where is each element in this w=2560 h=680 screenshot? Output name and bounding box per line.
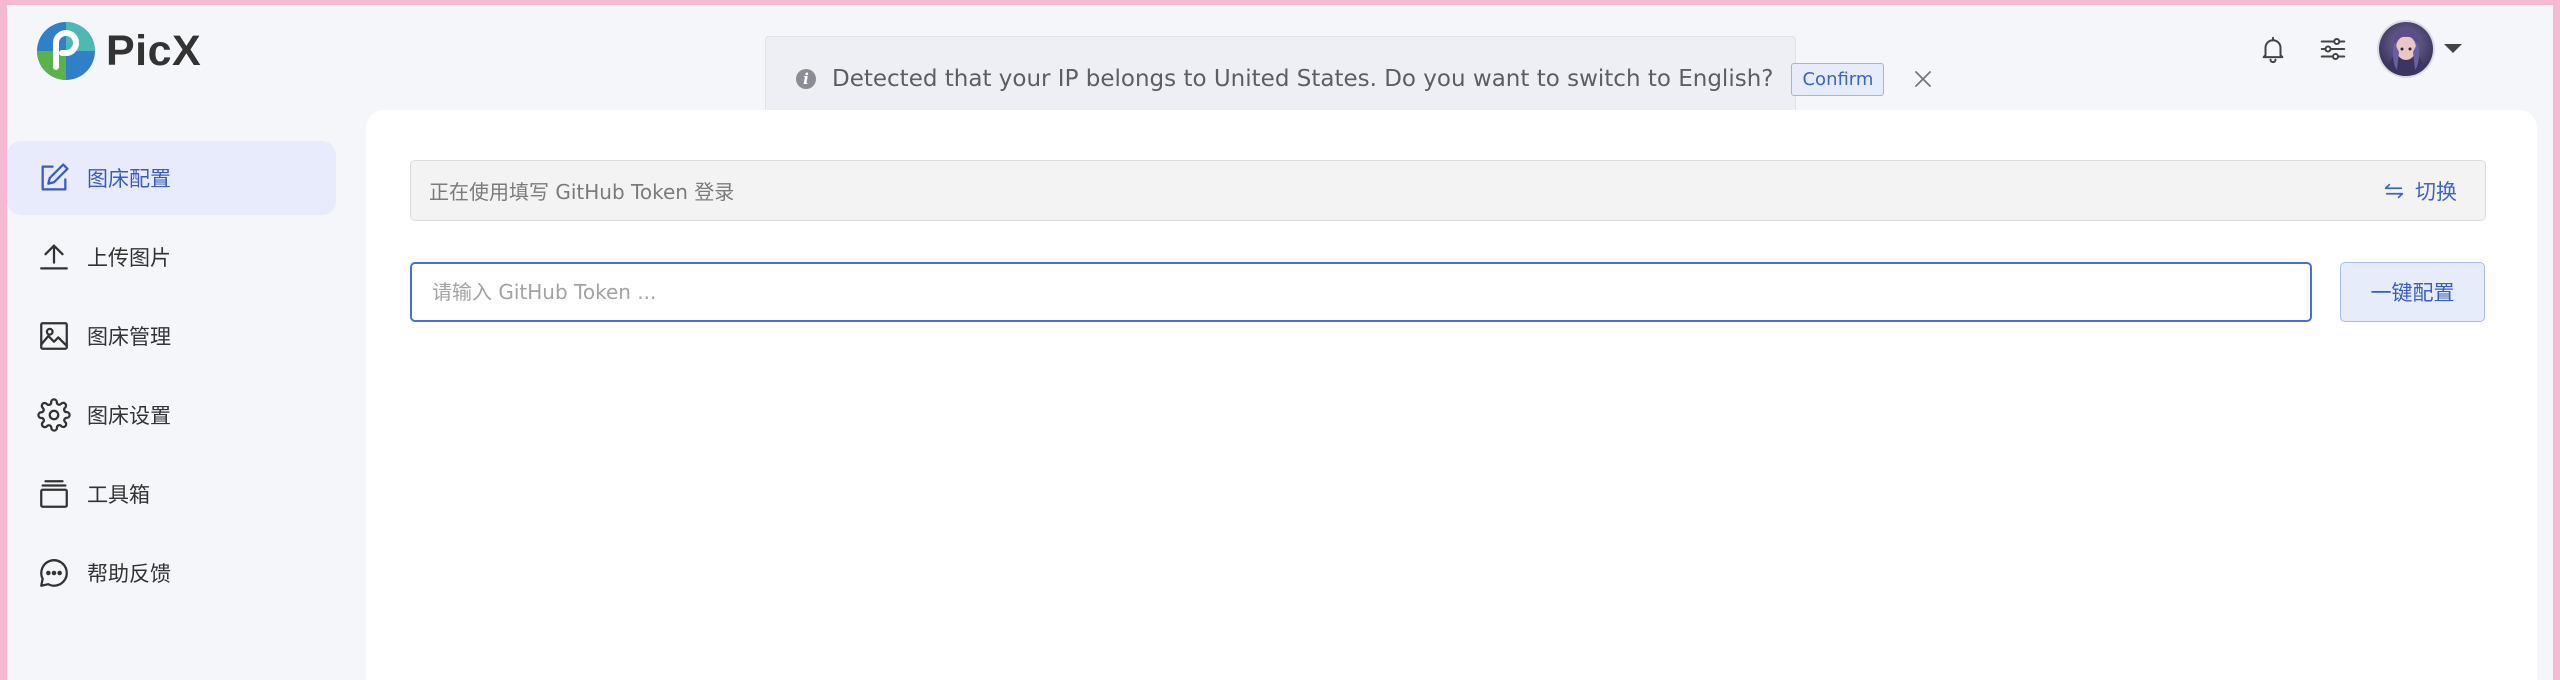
confirm-button[interactable]: Confirm (1791, 62, 1885, 96)
edit-icon (35, 159, 73, 197)
app-name: PicX (106, 26, 202, 75)
sidebar-item-label: 图床配置 (87, 167, 171, 191)
image-icon (35, 317, 73, 355)
sidebar-item-label: 帮助反馈 (87, 562, 171, 586)
sidebar-item-label: 上传图片 (87, 246, 171, 270)
upload-icon (35, 238, 73, 276)
sidebar-item-label: 工具箱 (87, 483, 150, 507)
github-token-input[interactable] (410, 262, 2312, 322)
app-window: PicX i Detected that your IP belongs to … (7, 5, 2553, 680)
sidebar-item-image-host-manage[interactable]: 图床管理 (7, 299, 336, 373)
notice-message: Detected that your IP belongs to United … (832, 66, 1774, 92)
picx-logo-icon (37, 22, 95, 80)
main-card: 正在使用填写 GitHub Token 登录 切换 一键配置 (366, 110, 2537, 680)
toolbox-icon (35, 475, 73, 513)
gear-icon (35, 396, 73, 434)
one-click-config-button[interactable]: 一键配置 (2340, 262, 2485, 322)
sidebar-nav: 图床配置 上传图片 图床管理 图床设置 工具箱 帮助反馈 (7, 141, 337, 615)
header-actions (2233, 19, 2553, 79)
close-icon[interactable] (1914, 67, 1932, 91)
caret-down-icon[interactable] (2433, 19, 2473, 79)
sidebar-item-help-feedback[interactable]: 帮助反馈 (7, 536, 336, 610)
sidebar-item-image-host-settings[interactable]: 图床设置 (7, 378, 336, 452)
token-login-status: 正在使用填写 GitHub Token 登录 (429, 180, 735, 204)
swap-icon (2384, 183, 2404, 198)
user-avatar[interactable] (2376, 19, 2436, 79)
sidebar-item-upload[interactable]: 上传图片 (7, 220, 336, 294)
switch-login-button[interactable]: 切换 (2383, 161, 2457, 220)
sliders-icon[interactable] (2303, 19, 2363, 79)
info-icon: i (796, 69, 816, 89)
sidebar-item-toolbox[interactable]: 工具箱 (7, 457, 336, 531)
avatar-image (2379, 22, 2433, 76)
sidebar-item-label: 图床设置 (87, 404, 171, 428)
sidebar-item-image-host-config[interactable]: 图床配置 (7, 141, 336, 215)
app-logo[interactable]: PicX (36, 21, 201, 81)
switch-label: 切换 (2415, 179, 2457, 204)
chat-icon (35, 554, 73, 592)
token-login-info: 正在使用填写 GitHub Token 登录 切换 (410, 160, 2486, 221)
sidebar-item-label: 图床管理 (87, 325, 171, 349)
bell-icon[interactable] (2243, 19, 2303, 79)
